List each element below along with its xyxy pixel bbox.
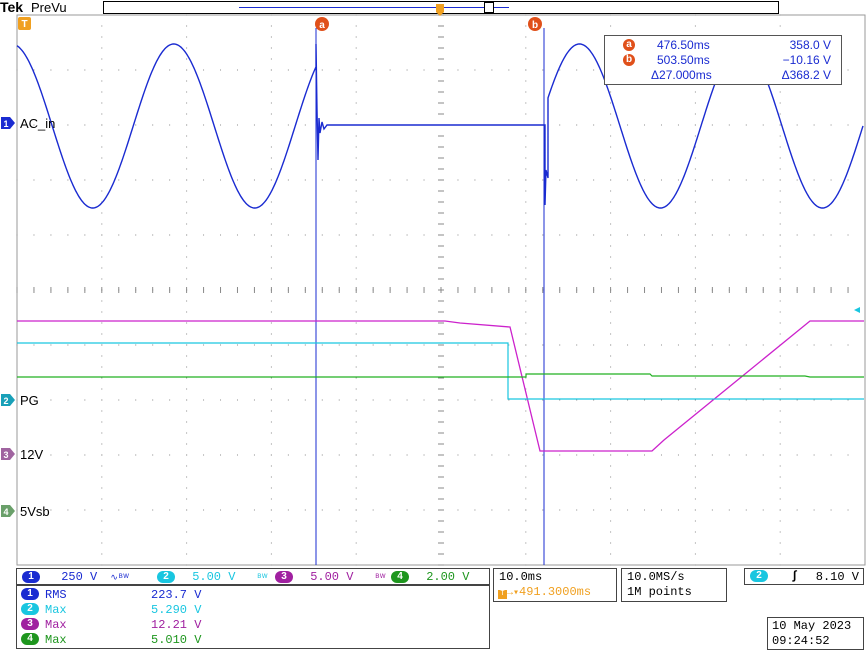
trigger-readout[interactable]: 2 ∫ 8.10 V	[744, 568, 864, 585]
cursor-b-readout: b 503.50ms −10.16 V	[605, 53, 841, 69]
measurement-row[interactable]: 1 RMS 223.7 V	[21, 587, 481, 602]
ch3-label: 12V	[20, 447, 44, 462]
timebase-position: T →▾491.3000ms	[498, 585, 591, 599]
measurement-channel-badge: 1	[21, 587, 39, 600]
trigger-slope-icon: ∫	[791, 569, 799, 583]
ch3-trace	[17, 320, 864, 452]
record-length: 1M points	[627, 585, 692, 599]
waveform-display[interactable]: T a b 1 2 3 4	[0, 0, 866, 567]
trigger-level: 8.10 V	[815, 570, 859, 584]
ch1-label: AC_in	[20, 116, 56, 131]
measurement-row[interactable]: 3 Max 12.21 V	[21, 617, 481, 632]
cursor-a-readout: a 476.50ms 358.0 V	[605, 38, 841, 54]
measurement-label: RMS	[45, 588, 67, 602]
measurement-channel-badge: 4	[21, 632, 39, 645]
cursor-a-marker[interactable]: a	[315, 17, 329, 31]
measurement-value: 5.290 V	[151, 603, 202, 617]
trigger-marker-label: T	[21, 19, 27, 30]
ch2-scale[interactable]: 2 5.00 V ᴮᵂ	[157, 570, 267, 584]
ch4-ground-marker[interactable]: 4	[1, 505, 15, 517]
cursor-a-marker-label: a	[319, 20, 325, 31]
cursor-b-value: −10.16 V	[782, 53, 831, 67]
cursor-delta-readout: Δ27.000ms Δ368.2 V	[605, 68, 841, 84]
ch2-bandwidth-icon: ᴮᵂ	[256, 573, 268, 583]
svg-text:3: 3	[3, 450, 8, 460]
timebase-readout[interactable]: 10.0ms T →▾491.3000ms	[493, 568, 617, 602]
measurement-label: Max	[45, 633, 67, 647]
channel-scale-bar[interactable]: 1 250 V ∿ᴮᵂ 2 5.00 V ᴮᵂ 3 5.00 V ᴮᵂ 4 2.…	[16, 568, 490, 597]
ch1-ground-marker[interactable]: 1	[1, 117, 15, 129]
trigger-source-badge: 2	[750, 570, 768, 582]
ch2-trace	[17, 342, 864, 400]
sample-rate: 10.0MS/s	[627, 570, 685, 584]
cursor-b-marker[interactable]: b	[528, 17, 542, 31]
time-label: 09:24:52	[772, 634, 830, 648]
measurement-channel-badge: 3	[21, 617, 39, 630]
cursor-a-badge: a	[623, 39, 635, 51]
cursor-b-marker-label: b	[532, 20, 538, 31]
acquisition-readout[interactable]: 10.0MS/s 1M points	[621, 568, 727, 602]
ch3-bandwidth-icon: ᴮᵂ	[374, 573, 386, 583]
measurement-panel[interactable]: 1 RMS 223.7 V 2 Max 5.290 V 3 Max 12.21 V 4 Max 5.0…	[16, 585, 490, 649]
ch3-ground-marker[interactable]: 3	[1, 448, 15, 460]
measurement-value: 5.010 V	[151, 633, 202, 647]
measurement-row[interactable]: 4 Max 5.010 V	[21, 632, 481, 647]
cursor-a-value: 358.0 V	[789, 38, 831, 52]
measurement-row[interactable]: 2 Max 5.290 V	[21, 602, 481, 617]
trigger-position-marker[interactable]: T	[18, 17, 31, 30]
svg-text:4: 4	[3, 507, 8, 517]
cursor-a-time: 476.50ms	[657, 38, 710, 52]
measurement-value: 12.21 V	[151, 618, 202, 632]
ch1-scale[interactable]: 1 250 V ∿ᴮᵂ	[22, 570, 129, 584]
ch1-coupling-icon: ∿ᴮᵂ	[110, 573, 129, 583]
ch3-scale[interactable]: 3 5.00 V ᴮᵂ	[275, 570, 385, 584]
ch4-label: 5Vsb	[20, 504, 50, 519]
measurement-channel-badge: 2	[21, 602, 39, 615]
svg-text:2: 2	[3, 396, 8, 406]
svg-text:1: 1	[3, 119, 8, 129]
timebase-scale: 10.0ms	[499, 570, 543, 584]
cursor-b-time: 503.50ms	[657, 53, 710, 67]
time-reference-marker[interactable]	[436, 4, 444, 16]
ch2-label: PG	[20, 393, 39, 408]
bottom-readout-area: 1 250 V ∿ᴮᵂ 2 5.00 V ᴮᵂ 3 5.00 V ᴮᵂ 4 2.…	[0, 567, 866, 650]
measurement-label: Max	[45, 603, 67, 617]
measurement-value: 223.7 V	[151, 588, 202, 602]
ch4-trace	[17, 373, 864, 378]
measurement-label: Max	[45, 618, 67, 632]
graticule-grid	[16, 14, 849, 566]
cursor-b-badge: b	[623, 54, 635, 66]
trigger-level-marker[interactable]	[854, 307, 860, 313]
trigger-position-icon: T	[498, 590, 507, 599]
date-label: 10 May 2023	[772, 619, 852, 633]
cursor-delta-value: Δ368.2 V	[781, 68, 831, 82]
ch2-ground-marker[interactable]: 2	[1, 394, 15, 406]
cursor-readout-panel[interactable]: a 476.50ms 358.0 V b 503.50ms −10.16 V Δ…	[604, 35, 842, 85]
cursor-delta-time: Δ27.000ms	[651, 68, 712, 82]
datetime-readout: 10 May 2023 09:24:52	[767, 617, 864, 650]
